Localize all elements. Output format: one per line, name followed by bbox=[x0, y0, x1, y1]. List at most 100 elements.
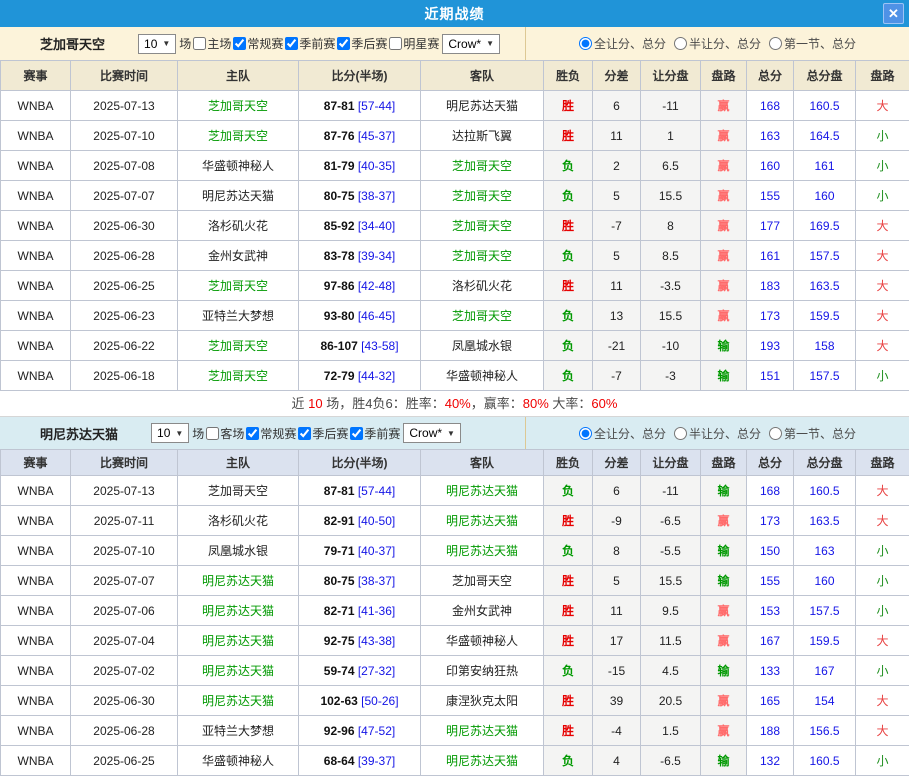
cell-handicap-line: 15.5 bbox=[641, 301, 701, 331]
cell-total-line: 163.5 bbox=[794, 506, 856, 536]
games-count-value: 10 bbox=[157, 426, 170, 440]
cell-league: WNBA bbox=[1, 746, 71, 776]
cell-home-team: 明尼苏达天猫 bbox=[178, 686, 299, 716]
checkbox-input[interactable] bbox=[285, 37, 298, 50]
cell-away-team: 芝加哥天空 bbox=[421, 241, 544, 271]
cell-handicap-line: -6.5 bbox=[641, 746, 701, 776]
cell-total-points: 173 bbox=[747, 506, 794, 536]
cell-league: WNBA bbox=[1, 91, 71, 121]
odds-type-radio[interactable]: 半让分、总分 bbox=[674, 35, 761, 52]
filter-checkbox[interactable]: 明星赛 bbox=[387, 35, 439, 52]
summary-segment: 10 bbox=[308, 396, 322, 411]
column-header: 让分盘 bbox=[641, 61, 701, 91]
cell-handicap-line: -11 bbox=[641, 91, 701, 121]
cell-home-team: 亚特兰大梦想 bbox=[178, 301, 299, 331]
cell-date: 2025-06-28 bbox=[71, 241, 178, 271]
checkbox-input[interactable] bbox=[298, 427, 311, 440]
cell-point-diff: -7 bbox=[593, 211, 641, 241]
cell-home-team: 金州女武神 bbox=[178, 241, 299, 271]
filter-checkbox[interactable]: 常规赛 bbox=[244, 425, 296, 442]
cell-total-line: 159.5 bbox=[794, 626, 856, 656]
filter-checkbox[interactable]: 主场 bbox=[191, 35, 231, 52]
checkbox-input[interactable] bbox=[337, 37, 350, 50]
checkbox-input[interactable] bbox=[206, 427, 219, 440]
half-score: [43-38] bbox=[358, 634, 395, 648]
cell-win-loss: 负 bbox=[544, 746, 593, 776]
odds-type-radio[interactable]: 第一节、总分 bbox=[769, 425, 856, 442]
filter-checkbox[interactable]: 季前赛 bbox=[348, 425, 400, 442]
cell-date: 2025-07-10 bbox=[71, 536, 178, 566]
half-score: [43-58] bbox=[361, 339, 398, 353]
cell-total-points: 168 bbox=[747, 91, 794, 121]
cell-away-team: 明尼苏达天猫 bbox=[421, 476, 544, 506]
checkbox-label: 常规赛 bbox=[247, 35, 283, 52]
close-button[interactable]: ✕ bbox=[883, 3, 904, 24]
cell-date: 2025-07-10 bbox=[71, 121, 178, 151]
games-count-select[interactable]: 10▼ bbox=[151, 423, 189, 443]
radio-input[interactable] bbox=[674, 427, 687, 440]
filter-checkbox[interactable]: 季后赛 bbox=[296, 425, 348, 442]
cell-handicap-result: 赢 bbox=[701, 181, 747, 211]
cell-handicap-result: 输 bbox=[701, 536, 747, 566]
cell-away-team: 明尼苏达天猫 bbox=[421, 746, 544, 776]
full-score: 81-79 bbox=[324, 159, 355, 173]
table-row: WNBA 2025-06-28 金州女武神 83-78 [39-34] 芝加哥天… bbox=[1, 241, 909, 271]
odds-type-radio[interactable]: 半让分、总分 bbox=[674, 425, 761, 442]
filter-checkbox-group: 主场常规赛季前赛季后赛明星赛 bbox=[191, 35, 439, 52]
radio-input[interactable] bbox=[769, 37, 782, 50]
cell-point-diff: 11 bbox=[593, 596, 641, 626]
column-header: 赛事 bbox=[1, 61, 71, 91]
cell-league: WNBA bbox=[1, 506, 71, 536]
summary-segment: ，赢率： bbox=[471, 396, 523, 411]
cell-total-line: 154 bbox=[794, 686, 856, 716]
player-filter-select[interactable]: Crow*▼ bbox=[403, 423, 461, 443]
filter-checkbox[interactable]: 季前赛 bbox=[283, 35, 335, 52]
player-filter-select[interactable]: Crow*▼ bbox=[442, 34, 500, 54]
checkbox-input[interactable] bbox=[193, 37, 206, 50]
cell-win-loss: 负 bbox=[544, 656, 593, 686]
filter-checkbox[interactable]: 季后赛 bbox=[335, 35, 387, 52]
games-count-select[interactable]: 10▼ bbox=[138, 34, 176, 54]
cell-total-points: 153 bbox=[747, 596, 794, 626]
cell-handicap-result: 输 bbox=[701, 476, 747, 506]
cell-handicap-result: 输 bbox=[701, 746, 747, 776]
cell-handicap-line: 15.5 bbox=[641, 181, 701, 211]
cell-away-team: 印第安纳狂热 bbox=[421, 656, 544, 686]
cell-date: 2025-06-18 bbox=[71, 361, 178, 391]
table-header-row: 赛事比赛时间主队比分(半场)客队胜负分差让分盘盘路总分总分盘盘路 bbox=[1, 61, 909, 91]
column-header: 比分(半场) bbox=[299, 450, 421, 476]
cell-score: 79-71 [40-37] bbox=[299, 536, 421, 566]
radio-input[interactable] bbox=[579, 427, 592, 440]
cell-win-loss: 胜 bbox=[544, 211, 593, 241]
odds-type-radio-group: 全让分、总分半让分、总分第一节、总分 bbox=[526, 27, 909, 60]
cell-handicap-result: 赢 bbox=[701, 716, 747, 746]
checkbox-input[interactable] bbox=[246, 427, 259, 440]
full-score: 85-92 bbox=[324, 219, 355, 233]
checkbox-input[interactable] bbox=[233, 37, 246, 50]
cell-league: WNBA bbox=[1, 181, 71, 211]
cell-over-under: 大 bbox=[856, 626, 909, 656]
cell-point-diff: -9 bbox=[593, 506, 641, 536]
odds-type-radio[interactable]: 第一节、总分 bbox=[769, 35, 856, 52]
checkbox-label: 季前赛 bbox=[364, 425, 400, 442]
odds-type-radio[interactable]: 全让分、总分 bbox=[579, 35, 666, 52]
cell-home-team: 明尼苏达天猫 bbox=[178, 566, 299, 596]
radio-input[interactable] bbox=[769, 427, 782, 440]
cell-win-loss: 胜 bbox=[544, 271, 593, 301]
radio-input[interactable] bbox=[579, 37, 592, 50]
cell-total-line: 160 bbox=[794, 566, 856, 596]
cell-score: 93-80 [46-45] bbox=[299, 301, 421, 331]
cell-over-under: 小 bbox=[856, 121, 909, 151]
filter-checkbox[interactable]: 客场 bbox=[204, 425, 244, 442]
cell-handicap-line: 1.5 bbox=[641, 716, 701, 746]
checkbox-input[interactable] bbox=[389, 37, 402, 50]
cell-handicap-line: -10 bbox=[641, 331, 701, 361]
odds-type-radio[interactable]: 全让分、总分 bbox=[579, 425, 666, 442]
cell-away-team: 芝加哥天空 bbox=[421, 181, 544, 211]
cell-win-loss: 胜 bbox=[544, 566, 593, 596]
cell-point-diff: -4 bbox=[593, 716, 641, 746]
filter-checkbox[interactable]: 常规赛 bbox=[231, 35, 283, 52]
window-title: 近期战绩 bbox=[425, 4, 485, 24]
radio-input[interactable] bbox=[674, 37, 687, 50]
checkbox-input[interactable] bbox=[350, 427, 363, 440]
